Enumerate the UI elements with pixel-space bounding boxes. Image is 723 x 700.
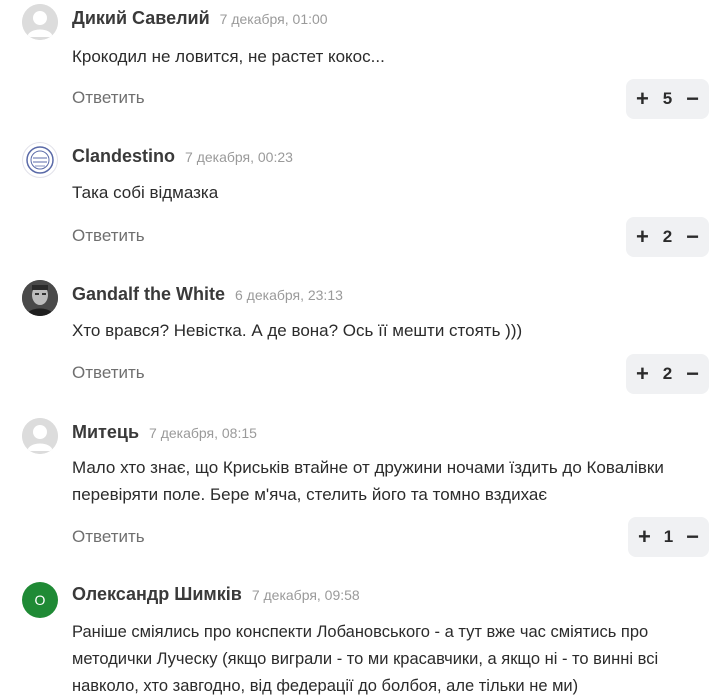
author-name[interactable]: Gandalf the White [72,284,225,304]
author-name[interactable]: Clandestino [72,146,175,166]
downvote-button[interactable]: − [686,363,699,385]
comment-text: Крокодил не ловится, не растет кокос... [72,47,385,66]
vote-count: 2 [662,364,673,383]
comment-text: Мало хто знає, що Криськів втайне от дру… [72,458,664,504]
vote-control: + 1 − [628,517,709,557]
photo-portrait-icon [22,280,58,316]
default-user-icon [22,4,58,40]
vote-count: 2 [662,227,673,246]
comment-date: 7 декабря, 09:58 [251,587,360,603]
upvote-button[interactable]: + [636,88,649,110]
author-name[interactable]: Дикий Савелий [72,8,210,28]
comment-date: 7 декабря, 00:23 [185,149,293,165]
author-block: Митець 7 декабря, 08:15 [72,422,257,443]
author-block: Gandalf the White 6 декабря, 23:13 [72,284,343,305]
comment-text: Така собі відмазка [72,183,219,202]
author-block: Дикий Савелий 7 декабря, 01:00 [72,8,328,29]
upvote-button[interactable]: + [636,226,649,248]
comment-date: 7 декабря, 01:00 [219,11,328,27]
upvote-button[interactable]: + [638,526,651,548]
upvote-button[interactable]: + [636,363,649,385]
author-block: Clandestino 7 декабря, 00:23 [72,146,293,167]
comment-date: 7 декабря, 08:15 [149,425,257,441]
reply-button[interactable]: Ответить [72,88,145,108]
vote-control: + 5 − [626,79,709,119]
vote-control: + 2 − [626,354,709,394]
downvote-button[interactable]: − [686,226,699,248]
downvote-button[interactable]: − [686,88,699,110]
downvote-button[interactable]: − [686,526,699,548]
reply-button[interactable]: Ответить [72,363,145,383]
vote-count: 1 [663,527,674,546]
comment-text: Раніше сміялись про конспекти Лобановськ… [72,623,659,695]
reply-button[interactable]: Ответить [72,527,145,547]
author-block: Олександр Шимків 7 декабря, 09:58 [72,584,360,605]
author-name[interactable]: Митець [72,422,139,442]
author-name[interactable]: Олександр Шимків [72,584,242,604]
default-user-icon [22,418,58,454]
comment-text: Хто врався? Невістка. А де вона? Ось її … [72,321,523,340]
stamp-icon [22,142,58,178]
vote-count: 5 [662,89,673,108]
vote-control: + 2 − [626,217,709,257]
letter-avatar: О [22,582,58,618]
comment-date: 6 декабря, 23:13 [235,287,343,303]
reply-button[interactable]: Ответить [72,226,145,246]
